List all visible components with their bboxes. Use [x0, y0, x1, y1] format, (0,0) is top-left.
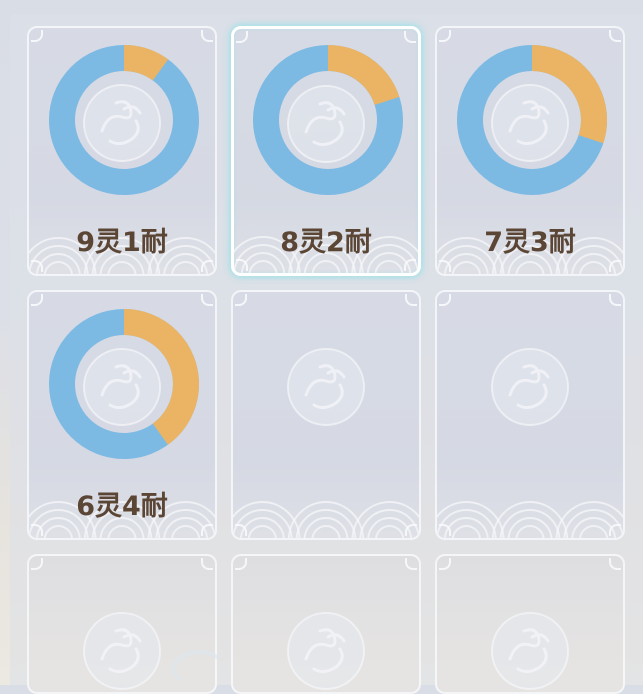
cloud-emblem-icon	[287, 348, 365, 426]
frame-corner	[405, 524, 417, 536]
frame-corner	[236, 31, 248, 43]
slot-8-empty[interactable]	[231, 554, 421, 694]
frame-corner	[404, 31, 416, 43]
frame-corner	[609, 30, 621, 42]
cloud-emblem-icon	[83, 612, 161, 690]
slot-label: 7灵3耐	[484, 227, 576, 258]
frame-corner	[201, 524, 213, 536]
frame-corner	[439, 558, 451, 570]
frame-corner	[405, 294, 417, 306]
ratio-donut	[457, 45, 607, 195]
frame-corner	[405, 558, 417, 570]
frame-corner	[31, 294, 43, 306]
frame-corner	[201, 558, 213, 570]
slot-4[interactable]: 6灵4耐	[27, 290, 217, 540]
slot-2[interactable]: 8灵2耐	[231, 26, 421, 276]
frame-corner	[31, 30, 43, 42]
frame-corner	[439, 30, 451, 42]
slot-6-empty[interactable]	[435, 290, 625, 540]
ratio-donut	[49, 45, 199, 195]
ratio-donut	[49, 309, 199, 459]
frame-corner	[201, 30, 213, 42]
frame-corner	[609, 524, 621, 536]
frame-corner	[201, 294, 213, 306]
frame-corner	[31, 558, 43, 570]
ratio-donut	[253, 45, 403, 195]
frame-corner	[609, 260, 621, 272]
frame-corner	[235, 294, 247, 306]
slot-9-empty[interactable]	[435, 554, 625, 694]
slot-1[interactable]: 9灵1耐	[27, 26, 217, 276]
wave-pattern-icon	[233, 501, 419, 538]
cloud-emblem-icon	[491, 612, 569, 690]
frame-corner	[439, 294, 451, 306]
nai-segment	[49, 45, 199, 195]
slot-3[interactable]: 7灵3耐	[435, 26, 625, 276]
cloud-emblem-icon	[287, 612, 365, 690]
frame-corner	[609, 558, 621, 570]
frame-corner	[201, 260, 213, 272]
frame-corner	[235, 558, 247, 570]
frame-corner	[404, 259, 416, 271]
wave-pattern-icon	[437, 501, 623, 538]
slot-5-empty[interactable]	[231, 290, 421, 540]
slot-label: 9灵1耐	[76, 227, 168, 258]
cloud-emblem-icon	[491, 348, 569, 426]
slot-label: 8灵2耐	[280, 227, 372, 258]
drag-ghost-icon	[172, 650, 226, 688]
slot-label: 6灵4耐	[76, 491, 168, 522]
frame-corner	[609, 294, 621, 306]
